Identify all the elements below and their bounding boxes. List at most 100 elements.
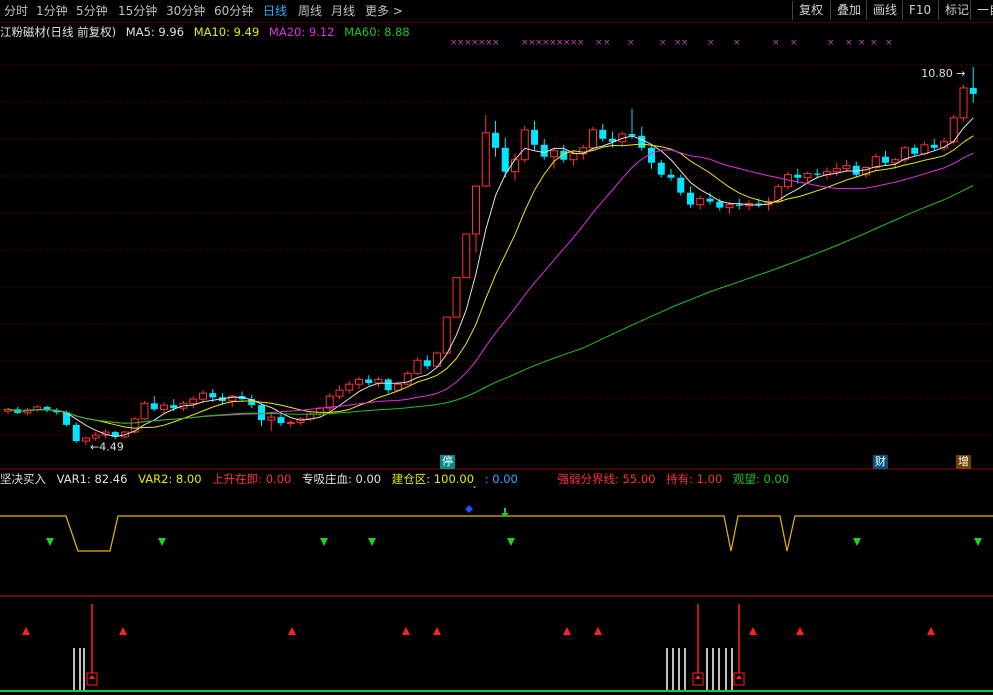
period-tab-week[interactable]: 周线: [298, 3, 322, 19]
overlay-button[interactable]: 叠加: [830, 1, 867, 20]
candle-body: [569, 153, 578, 161]
candle-body: [492, 132, 499, 148]
candle-body: [481, 132, 490, 187]
candle-body: [735, 204, 743, 206]
candle-body: [130, 418, 139, 433]
candle: [911, 144, 919, 157]
limit-flag[interactable]: 停: [440, 455, 455, 469]
period-tab-5min[interactable]: 5分钟: [76, 3, 108, 19]
candle-body: [891, 159, 900, 164]
candle-body: [882, 156, 889, 163]
period-tab-month[interactable]: 月线: [331, 3, 355, 19]
candle: [852, 161, 860, 178]
candle: [803, 171, 812, 182]
period-more-menu[interactable]: 更多 >: [365, 3, 403, 19]
period-tab-fenshi[interactable]: 分时: [4, 3, 28, 19]
candle: [423, 355, 431, 370]
candle: [403, 371, 412, 386]
candle-body: [277, 417, 285, 424]
candle: [940, 137, 948, 151]
candle: [959, 84, 968, 121]
caret-icon: ˇ: [472, 485, 477, 497]
candle: [140, 400, 149, 421]
candle: [111, 430, 119, 440]
buy-triangle: [288, 627, 296, 635]
candle-body: [725, 204, 734, 209]
signal-cross: ×: [659, 40, 667, 48]
candle: [492, 120, 499, 157]
signal-cross: ×: [790, 40, 798, 48]
auto-button[interactable]: 一自: [970, 1, 993, 20]
period-tab-15min[interactable]: 15分钟: [118, 3, 157, 19]
candle: [550, 147, 558, 169]
signal-cross: ×: [595, 40, 603, 48]
kline-chart[interactable]: × × × × × × × × × × × × × × × × × × × × × × × × × × × × × × × 10.80 → …: [0, 40, 993, 470]
candle-body: [520, 129, 529, 161]
candle-body: [345, 383, 354, 391]
stock-title: 江粉磁材(日线 前复权): [0, 25, 117, 39]
signal-cross: ×: [627, 40, 635, 48]
candle: [511, 153, 519, 181]
candle-body: [442, 316, 451, 354]
ma60-label: MA60: 8.88: [344, 25, 410, 39]
candle: [842, 159, 851, 172]
ma20-label: MA20: 9.12: [268, 25, 335, 39]
candle: [345, 381, 354, 394]
candle: [296, 417, 305, 425]
candle: [823, 167, 831, 180]
candle-body: [540, 144, 548, 157]
candle-body: [706, 198, 714, 202]
candle: [277, 414, 285, 427]
candle: [365, 375, 373, 386]
candle-body: [511, 159, 519, 173]
candle-body: [842, 165, 851, 170]
candle-body: [452, 277, 461, 318]
ma-legend: 江粉磁材(日线 前复权) MA5: 9.96 MA10: 9.49 MA20: …: [0, 24, 416, 40]
candle: [949, 114, 958, 145]
candle-body: [687, 192, 694, 205]
candle: [706, 192, 714, 205]
draw-line-button[interactable]: 画线: [866, 1, 903, 20]
candle-body: [638, 135, 646, 148]
candle-body: [394, 383, 402, 391]
period-tab-1min[interactable]: 1分钟: [36, 3, 68, 19]
candle: [335, 385, 344, 400]
candle-body: [599, 129, 607, 139]
candle-body: [189, 398, 198, 404]
candle: [677, 174, 685, 196]
candle: [43, 405, 51, 413]
add-flag[interactable]: 增: [956, 455, 971, 469]
candle: [969, 66, 977, 103]
finance-flag[interactable]: 财: [873, 455, 888, 469]
candle-body: [911, 147, 919, 154]
sell-triangle: [158, 538, 166, 546]
candle: [930, 138, 938, 151]
candle-body: [852, 165, 860, 175]
period-tab-day[interactable]: 日线: [263, 3, 287, 19]
signal-cross: ×: [827, 40, 835, 48]
signal-cross: ×: [858, 40, 866, 48]
fuquan-button[interactable]: 复权: [792, 1, 829, 20]
period-tab-30min[interactable]: 30分钟: [166, 3, 205, 19]
sell-triangle: [853, 538, 861, 546]
candle-body: [501, 147, 509, 172]
signal-cross: ×: [603, 40, 611, 48]
candle-body: [160, 404, 168, 410]
indicator-chart[interactable]: ˇ: [0, 470, 993, 695]
candle-body: [462, 233, 471, 279]
f10-button[interactable]: F10: [902, 1, 937, 20]
candle: [72, 422, 80, 443]
signal-cross: ×: [707, 40, 715, 48]
candle-body: [794, 174, 802, 178]
candle: [531, 120, 538, 151]
candle: [384, 378, 392, 394]
period-tab-60min[interactable]: 60分钟: [214, 3, 253, 19]
candle-body: [413, 359, 422, 374]
candle: [882, 150, 889, 166]
candle: [228, 394, 237, 407]
candle: [413, 357, 422, 376]
candle: [540, 138, 548, 160]
candle: [325, 393, 334, 412]
candle: [462, 233, 471, 279]
candle: [648, 144, 655, 169]
